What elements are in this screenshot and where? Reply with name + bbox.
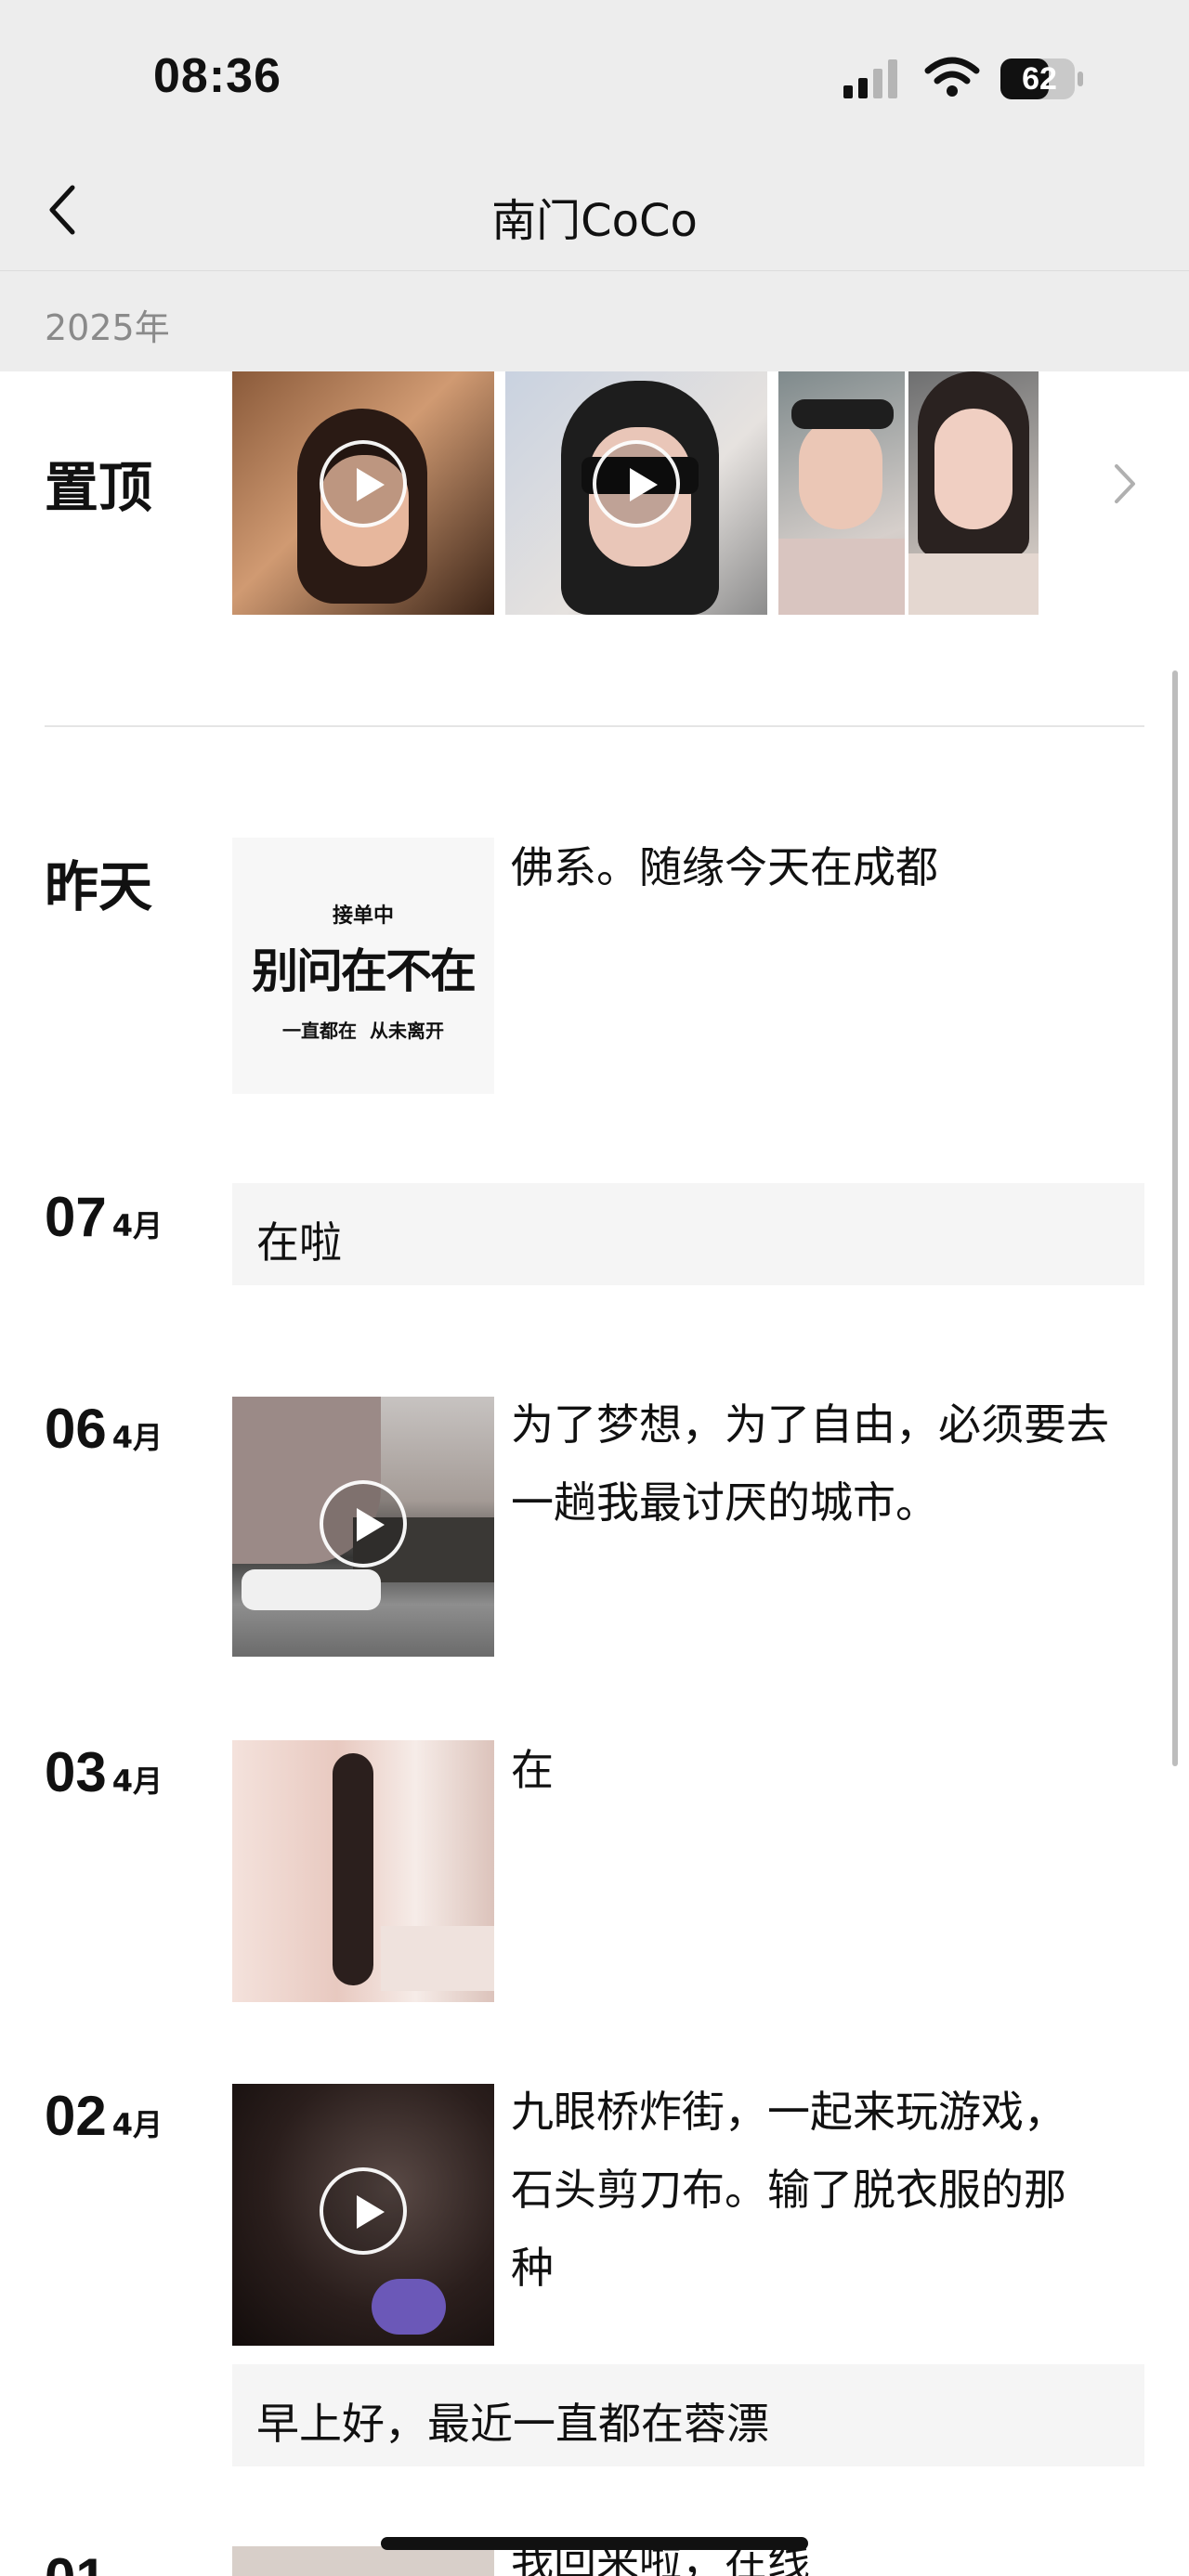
post-date: 02 4月 — [45, 2084, 163, 2148]
year-header: 2025年 — [0, 271, 1189, 371]
sunglasses-shape — [791, 399, 894, 429]
post-text: 早上好，最近一直都在蓉漂 — [256, 2399, 769, 2449]
play-icon — [320, 440, 407, 527]
post-text: 为了梦想，为了自由，必须要去一趟我最讨厌的城市。 — [511, 1399, 1109, 1528]
post-image-thumb[interactable]: 接单中 别问在不在 一直都在 从未离开 — [232, 838, 494, 1094]
post-text: 在 — [511, 1745, 554, 1795]
battery-icon: 62 — [1000, 58, 1085, 100]
post-date: 07 4月 — [45, 1185, 163, 1249]
section-divider — [45, 725, 1144, 727]
status-bar: 08:36 62 — [0, 0, 1189, 139]
pinned-photo-thumb-4[interactable] — [908, 371, 1039, 615]
face-shape — [799, 418, 882, 529]
post-text: 九眼桥炸街，一起来玩游戏，石头剪刀布。输了脱衣服的那种 — [511, 2087, 1066, 2293]
post-month: 4月 — [111, 2107, 163, 2142]
text-post-card[interactable]: 在啦 — [232, 1183, 1144, 1285]
post-date: 03 4月 — [45, 1740, 163, 1804]
play-icon — [320, 2167, 407, 2255]
post-day: 07 — [45, 1186, 107, 1248]
image-text-bottom: 一直都在 从未离开 — [282, 1020, 444, 1042]
post-text: 在啦 — [256, 1217, 342, 1268]
pinned-photo-thumb-3[interactable] — [778, 371, 905, 615]
post-day: 03 — [45, 1741, 107, 1803]
pinned-video-thumb-2[interactable] — [505, 371, 767, 615]
light-shape — [372, 2279, 446, 2335]
play-icon — [593, 440, 680, 527]
image-text-top: 接单中 — [332, 904, 394, 928]
clothing-shape — [778, 539, 905, 615]
signal-icon — [843, 59, 897, 98]
person-silhouette — [333, 1753, 373, 1985]
text-post-card[interactable]: 早上好，最近一直都在蓉漂 — [232, 2364, 1144, 2466]
post-date: 06 4月 — [45, 1397, 163, 1461]
post-text: 佛系。随缘今天在成都 — [511, 842, 938, 892]
wifi-icon — [924, 57, 980, 97]
play-icon — [320, 1480, 407, 1568]
post-image-thumb[interactable] — [232, 1740, 494, 2002]
post-video-thumb[interactable] — [232, 1397, 494, 1657]
year-label: 2025年 — [45, 307, 170, 348]
car-shape — [242, 1569, 381, 1610]
post-month: 4月 — [111, 1763, 163, 1799]
battery-level: 62 — [1022, 61, 1057, 97]
page-title: 南门CoCo — [491, 195, 698, 247]
clothing-shape — [908, 553, 1039, 615]
nav-bar: 南门CoCo — [0, 139, 1189, 271]
post-video-thumb[interactable] — [232, 2084, 494, 2346]
post-image-thumb[interactable] — [232, 2546, 494, 2576]
post-date: 01 — [45, 2546, 107, 2576]
post-date-label: 昨天 — [45, 855, 153, 918]
post-month: 4月 — [111, 1420, 163, 1455]
chevron-right-icon[interactable] — [1111, 461, 1139, 507]
post-month: 4月 — [111, 1208, 163, 1243]
post-day: 02 — [45, 2085, 107, 2147]
pinned-label: 置顶 — [45, 456, 153, 519]
image-text-main: 别问在不在 — [252, 944, 477, 998]
status-time: 08:36 — [153, 49, 281, 103]
post-day: 01 — [45, 2547, 107, 2576]
bed-shape — [381, 1926, 494, 1991]
scrollbar[interactable] — [1172, 670, 1178, 1766]
post-day: 06 — [45, 1398, 107, 1460]
home-indicator[interactable] — [381, 2537, 808, 2550]
pinned-video-thumb-1[interactable] — [232, 371, 494, 615]
face-shape — [934, 409, 1013, 529]
